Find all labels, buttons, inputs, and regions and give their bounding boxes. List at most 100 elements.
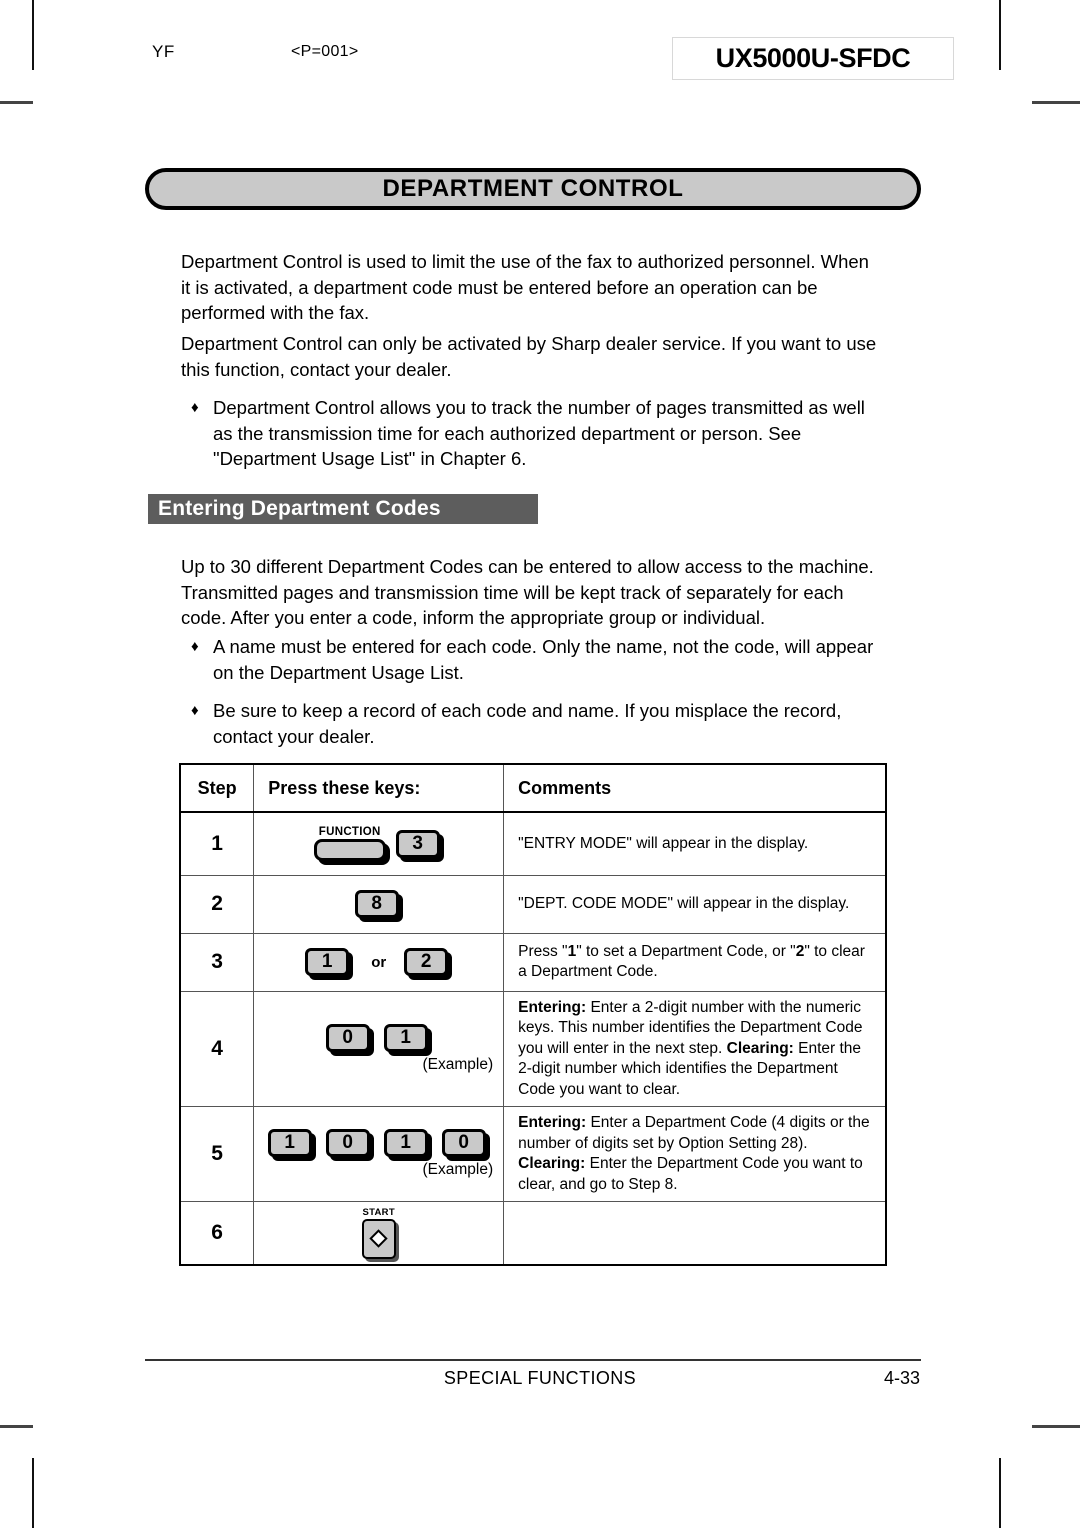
example-label: (Example) [422,1161,494,1178]
example-label: (Example) [422,1055,494,1073]
section-bullet-2: ♦ Be sure to keep a record of each code … [191,698,881,749]
slug-page-code: <P=001> [291,43,359,60]
numeric-key-0[interactable]: 0 [325,1023,370,1052]
crop-mark-top-left-horizontal [0,101,33,104]
comment-emphasis: Entering: [518,998,587,1016]
footer-rule [145,1359,921,1361]
numeric-key-0[interactable]: 0 [325,1129,370,1157]
section-bullet-2-text: Be sure to keep a record of each code an… [213,700,842,747]
diamond-bullet-icon: ♦ [191,638,199,655]
numeric-key-1[interactable]: 1 [383,1129,428,1157]
section-paragraph-1: Up to 30 different Department Codes can … [181,556,874,628]
numeric-key-2[interactable]: 2 [404,948,449,976]
keys-cell: 8 [253,874,505,934]
key-sequence: 01 [254,1023,503,1052]
manual-page: YF <P=001> UX5000U-SFDC DEPARTMENT CONTR… [0,0,1080,1528]
step-number-cell: 6 [179,1201,255,1265]
intro-bullet-1-text: Department Control allows you to track t… [213,397,865,469]
comment-cell: "DEPT. CODE MODE" will appear in the dis… [503,874,887,934]
crop-mark-bottom-right-vertical [999,1458,1001,1528]
numeric-key-8[interactable]: 8 [354,890,399,918]
comment-fragment: " to set a Department Code, or " [576,942,796,960]
key-sequence: 8 [254,890,503,918]
numeric-key-1[interactable]: 1 [267,1129,312,1157]
column-header-keys-label: Press these keys: [268,777,421,798]
step-number: 4 [211,1036,223,1060]
crop-mark-bottom-left-vertical [32,1458,34,1528]
footer-page-number: 4-33 [883,1368,920,1388]
table-row: 2 8 "DEPT. CODE MODE" will appear in the d… [179,874,887,934]
numeric-key-1[interactable]: 1 [383,1023,428,1052]
comment-text [504,1227,885,1239]
function-key-cap[interactable] [313,839,386,862]
comment-fragment: Press " [518,942,568,960]
key-separator-label: or [371,953,387,971]
section-bullet-1: ♦ A name must be entered for each code. … [191,634,881,685]
column-header-step-label: Step [197,777,237,798]
key-sequence: 1010 [254,1129,503,1157]
section-heading-text: Entering Department Codes [158,497,441,520]
column-header-keys: Press these keys: [253,763,505,813]
column-header-comments-label: Comments [518,777,612,798]
page-title: DEPARTMENT CONTROL [382,175,684,202]
procedure-table-head: Step Press these keys: Comments [179,763,887,813]
table-header-row: Step Press these keys: Comments [179,763,887,813]
procedure-table-body: 1 FUNCTION 3 "ENTRY MODE" will appear in th… [179,811,887,1265]
step-number-cell: 4 [179,990,255,1107]
comment-text: Entering: Enter a 2-digit number with th… [504,992,885,1107]
diamond-start-icon [369,1229,388,1248]
slug-line: YF <P=001> UX5000U-SFDC [0,20,1080,80]
section-heading-bar: Entering Department Codes [148,494,538,524]
numeric-key-3[interactable]: 3 [395,829,440,858]
step-number: 3 [211,950,223,973]
comment-text: Entering: Enter a Department Code (4 dig… [504,1107,885,1201]
step-number: 1 [211,831,223,855]
step-number: 5 [211,1142,223,1165]
numeric-key-0[interactable]: 0 [441,1129,486,1157]
comment-cell: Press "1" to set a Department Code, or "… [503,932,887,992]
procedure-table: Step Press these keys: Comments 1 FUNCTIO… [179,763,887,1266]
comment-emphasis: Entering: [518,1114,587,1131]
keys-cell: 1 or 2 [253,932,505,992]
comment-cell [503,1201,887,1265]
step-number: 2 [211,892,223,915]
model-name: UX5000U-SFDC [715,43,911,73]
step-number-cell: 1 [179,811,255,876]
keys-cell: 1 0 1 0 (Example) [253,1106,505,1202]
comment-emphasis: Clearing: [726,1039,794,1057]
step-number: 6 [211,1220,223,1244]
comment-cell: "ENTRY MODE" will appear in the display. [503,811,887,876]
diamond-bullet-icon: ♦ [191,399,199,416]
function-key[interactable]: FUNCTION [313,826,386,862]
slug-left-code: YF [152,42,175,61]
crop-mark-bottom-right-horizontal [1032,1425,1080,1428]
intro-paragraph-2: Department Control can only be activated… [181,333,877,380]
keys-cell: 0 1 (Example) [253,990,505,1107]
page-title-banner: DEPARTMENT CONTROL [145,168,921,210]
table-row: 5 1 0 1 0 (Example) Entering: Enter a Departme… [179,1106,887,1202]
keys-cell: FUNCTION 3 [253,811,505,876]
section-bullet-1-text: A name must be entered for each code. On… [213,636,874,683]
key-sequence: 1 or 2 [254,948,503,976]
crop-mark-bottom-left-horizontal [0,1425,33,1428]
model-name-box: UX5000U-SFDC [672,37,954,80]
column-header-comments: Comments [503,763,887,813]
comment-text: "ENTRY MODE" will appear in the display. [518,834,809,852]
key-sequence: FUNCTION 3 [254,826,503,862]
start-key[interactable]: START [361,1206,396,1259]
comment-text: Press "1" to set a Department Code, or "… [504,936,885,989]
intro-paragraph-1: Department Control is used to limit the … [181,251,869,323]
diamond-bullet-icon: ♦ [191,702,199,719]
keys-cell: START [253,1201,505,1265]
intro-bullet-1: ♦ Department Control allows you to track… [191,395,881,472]
table-row: 4 0 1 (Example) Entering: Enter a 2-digit nu… [179,990,887,1107]
step-number-cell: 2 [179,874,255,934]
start-key-label: START [362,1206,395,1218]
table-row: 3 1 or 2 Press "1" to set a Department Code,… [179,932,887,992]
key-sequence: START [254,1207,503,1259]
start-key-cap[interactable] [361,1218,396,1259]
crop-mark-top-right-horizontal [1032,101,1080,104]
comment-emphasis: 1 [567,942,577,960]
numeric-key-1[interactable]: 1 [305,948,350,976]
comment-cell: Entering: Enter a 2-digit number with th… [503,990,887,1107]
